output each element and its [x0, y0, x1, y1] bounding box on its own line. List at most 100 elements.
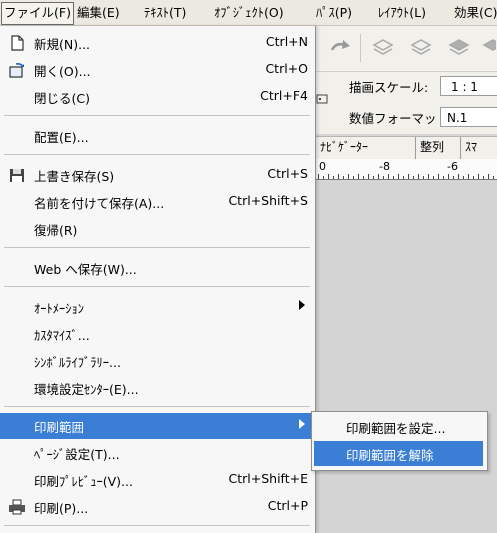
- menu-item-automation[interactable]: ｵｰﾄﾒｰｼｮﾝ: [0, 294, 315, 320]
- ruler-tick: [393, 176, 394, 179]
- ruler-tick: [348, 174, 349, 179]
- ruler-tick: [483, 176, 484, 179]
- ruler-tick: [413, 176, 414, 179]
- ruler-tick: [358, 174, 359, 179]
- ruler-tick: [463, 176, 464, 179]
- ruler-tick: [408, 174, 409, 179]
- menu-item-label: 印刷(P)...: [34, 501, 89, 516]
- ruler-tick: [353, 176, 354, 179]
- menu-item-customize[interactable]: ｶｽﾀﾏｲｽﾞ...: [0, 321, 315, 347]
- ruler-tick: [368, 174, 369, 179]
- menu-item-shortcut: Ctrl+P: [267, 498, 308, 513]
- ruler-tick: [398, 174, 399, 179]
- menu-item-open[interactable]: 開く(O)... Ctrl+O: [0, 57, 315, 83]
- tab-navigator[interactable]: ﾅﾋﾞｹﾞｰﾀｰ: [316, 137, 416, 159]
- drawing-scale-field[interactable]: 1 : 1: [440, 76, 497, 96]
- file-menu: 新規(N)... Ctrl+N 開く(O)... Ctrl+O 閉じる(C) C…: [0, 26, 316, 533]
- menu-item-label: 新規(N)...: [34, 37, 91, 52]
- menu-separator: [4, 115, 310, 116]
- ruler-tick: [438, 174, 439, 179]
- menu-item-label: ｼﾝﾎﾞﾙﾗｲﾌﾞﾗﾘｰ...: [34, 355, 121, 370]
- number-format-field[interactable]: N.1: [440, 107, 497, 127]
- print-icon: [9, 499, 25, 515]
- menu-item-shortcut: Ctrl+O: [265, 61, 308, 76]
- menu-path[interactable]: ﾊﾟｽ(P): [314, 2, 354, 23]
- menu-item-label: Web へ保存(W)...: [34, 262, 137, 277]
- drawing-canvas[interactable]: [316, 180, 497, 533]
- menu-item-label: 印刷範囲: [34, 420, 85, 435]
- menu-layout[interactable]: ﾚｲｱｳﾄ(L): [376, 2, 428, 23]
- ruler-tick: [378, 174, 379, 179]
- menu-separator: [4, 286, 310, 287]
- toolbar-separator: [360, 34, 361, 62]
- menu-item-place[interactable]: 配置(E)...: [0, 123, 315, 149]
- menu-item-label: ﾍﾟｰｼﾞ設定(T)...: [34, 447, 120, 462]
- menu-item-save-as[interactable]: 名前を付けて保存(A)... Ctrl+Shift+S: [0, 189, 315, 215]
- menu-item-shortcut: Ctrl+N: [265, 34, 308, 49]
- ruler-tick: [473, 176, 474, 179]
- ruler-tick: [338, 174, 339, 179]
- ruler-tick: [423, 176, 424, 179]
- printer-icon: [316, 94, 328, 104]
- menu-separator: [4, 247, 310, 248]
- bring-to-front-icon[interactable]: [372, 38, 394, 58]
- menu-item-label: 配置(E)...: [34, 130, 89, 145]
- menu-separator: [4, 154, 310, 155]
- send-backward-icon[interactable]: [448, 38, 470, 58]
- ruler-label: 0: [319, 160, 326, 173]
- menu-item-save-web[interactable]: Web へ保存(W)...: [0, 255, 315, 281]
- submenu-item-clear-print-area[interactable]: 印刷範囲を解除: [314, 441, 483, 466]
- open-document-icon: [9, 63, 24, 78]
- submenu-arrow-icon: [299, 300, 305, 310]
- menu-item-new[interactable]: 新規(N)... Ctrl+N: [0, 30, 315, 56]
- menu-object[interactable]: ｵﾌﾞｼﾞｪｸﾄ(O): [212, 2, 286, 23]
- menu-item-label: ｶｽﾀﾏｲｽﾞ...: [34, 328, 90, 343]
- menu-item-save[interactable]: 上書き保存(S) Ctrl+S: [0, 162, 315, 188]
- ruler-tick: [488, 174, 489, 179]
- ruler-tick: [453, 176, 454, 179]
- menu-item-label: 上書き保存(S): [34, 169, 115, 184]
- ruler-tick: [478, 174, 479, 179]
- menu-text[interactable]: ﾃｷｽﾄ(T): [142, 2, 188, 23]
- ruler-tick: [448, 174, 449, 179]
- menu-item-revert[interactable]: 復帰(R): [0, 216, 315, 242]
- ruler-tick: [328, 174, 329, 179]
- menu-item-label: 復帰(R): [34, 223, 78, 238]
- menu-effects[interactable]: 効果(C): [452, 2, 497, 23]
- menu-edit[interactable]: 編集(E): [75, 2, 122, 23]
- submenu-arrow-icon: [299, 419, 305, 429]
- ruler-tick: [403, 176, 404, 179]
- property-bar: 描画スケール: 1 : 1 数値フォーマット: N.1: [316, 72, 497, 134]
- ruler-tick: [363, 176, 364, 179]
- save-icon: [10, 169, 24, 182]
- tab-align[interactable]: 整列: [416, 137, 461, 159]
- menu-item-label: 名前を付けて保存(A)...: [34, 196, 165, 211]
- menu-item-page-setup[interactable]: ﾍﾟｰｼﾞ設定(T)...: [0, 440, 315, 466]
- menu-item-print[interactable]: 印刷(P)... Ctrl+P: [0, 494, 315, 520]
- drawing-scale-label: 描画スケール:: [349, 80, 429, 95]
- menu-file[interactable]: ファイル(F): [1, 2, 74, 25]
- menu-separator: [4, 525, 310, 526]
- ruler-tick: [343, 176, 344, 179]
- menu-item-close[interactable]: 閉じる(C) Ctrl+F4: [0, 84, 315, 110]
- menu-bar: ファイル(F) 編集(E) ﾃｷｽﾄ(T) ｵﾌﾞｼﾞｪｸﾄ(O) ﾊﾟｽ(P)…: [0, 0, 497, 26]
- menu-item-label: 開く(O)...: [34, 64, 91, 79]
- submenu-item-label: 印刷範囲を解除: [346, 448, 434, 463]
- bring-forward-icon[interactable]: [410, 38, 432, 58]
- menu-item-preferences[interactable]: 環境設定ｾﾝﾀｰ(E)...: [0, 375, 315, 401]
- ruler-tick: [458, 174, 459, 179]
- menu-item-symbol-library[interactable]: ｼﾝﾎﾞﾙﾗｲﾌﾞﾗﾘｰ...: [0, 348, 315, 374]
- menu-item-shortcut: Ctrl+Shift+E: [228, 471, 309, 486]
- tab-smart[interactable]: ｽﾏ: [461, 137, 497, 159]
- ruler-tick: [373, 176, 374, 179]
- menu-item-print-area[interactable]: 印刷範囲: [0, 413, 315, 439]
- ruler-label: -6: [447, 160, 458, 173]
- submenu-item-set-print-area[interactable]: 印刷範囲を設定...: [314, 414, 483, 439]
- new-document-icon: [11, 35, 24, 51]
- send-to-back-icon[interactable]: [482, 38, 496, 58]
- ruler-tick: [418, 174, 419, 179]
- panel-tabs: ﾅﾋﾞｹﾞｰﾀｰ 整列 ｽﾏ: [316, 136, 497, 160]
- ruler-tick: [323, 176, 324, 179]
- redo-icon[interactable]: [330, 38, 352, 56]
- menu-item-print-preview[interactable]: 印刷ﾌﾟﾚﾋﾞｭｰ(V)... Ctrl+Shift+E: [0, 467, 315, 493]
